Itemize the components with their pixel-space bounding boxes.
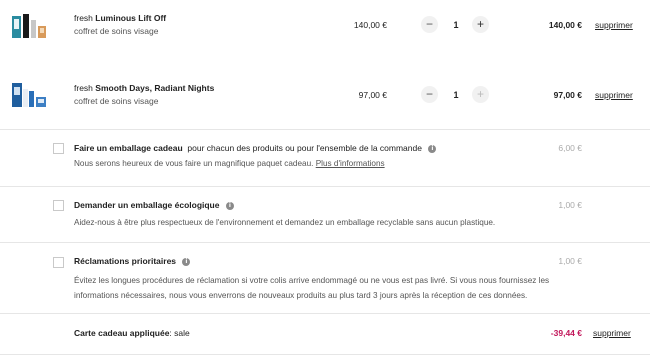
option-price: 1,00 € <box>558 200 582 210</box>
quantity-value: 1 <box>453 90 459 100</box>
product-title[interactable]: fresh Luminous Lift Off <box>74 13 166 23</box>
product-name: Luminous Lift Off <box>95 13 167 23</box>
option-priority-claims: Réclamations prioritaires i Évitez les l… <box>0 243 650 313</box>
option-title: Demander un emballage écologique i <box>74 200 234 210</box>
increase-quantity-button[interactable]: + <box>472 16 489 33</box>
option-title: Faire un emballage cadeau pour chacun de… <box>74 143 437 153</box>
gift-card-row: Carte cadeau appliquée: sale -39,44 € su… <box>0 314 650 354</box>
cart-item: fresh Smooth Days, Radiant Nights coffre… <box>0 68 650 130</box>
info-icon[interactable]: i <box>428 144 437 153</box>
decrease-quantity-button[interactable]: − <box>421 16 438 33</box>
gift-card-code: : sale <box>169 328 190 338</box>
option-gift-wrap: Faire un emballage cadeau pour chacun de… <box>0 130 650 186</box>
product-image[interactable] <box>10 79 50 109</box>
option-eco-packaging: Demander un emballage écologique i Aidez… <box>0 187 650 242</box>
product-subtitle: coffret de soins visage <box>74 96 159 106</box>
remove-item-link[interactable]: supprimer <box>595 20 633 30</box>
remove-item-link[interactable]: supprimer <box>595 90 633 100</box>
gift-card-amount: -39,44 € <box>550 328 582 338</box>
gift-card-label: Carte cadeau appliquée: sale <box>74 328 190 338</box>
line-total: 140,00 € <box>548 20 582 30</box>
info-icon[interactable]: i <box>225 201 234 210</box>
option-description: Évitez les longues procédures de réclama… <box>74 276 550 300</box>
cart-item: fresh Luminous Lift Off coffret de soins… <box>0 0 650 56</box>
priority-claims-checkbox[interactable] <box>53 257 64 268</box>
option-price: 1,00 € <box>558 256 582 266</box>
unit-price: 140,00 € <box>353 20 387 30</box>
gift-wrap-checkbox[interactable] <box>53 143 64 154</box>
product-title[interactable]: fresh Smooth Days, Radiant Nights <box>74 83 214 93</box>
option-description: Nous serons heureux de vous faire un mag… <box>74 159 385 168</box>
option-price: 6,00 € <box>558 143 582 153</box>
remove-gift-card-link[interactable]: supprimer <box>593 328 631 338</box>
info-icon[interactable]: i <box>182 257 191 266</box>
eco-packaging-checkbox[interactable] <box>53 200 64 211</box>
decrease-quantity-button[interactable]: − <box>421 86 438 103</box>
unit-price: 97,00 € <box>358 90 387 100</box>
divider <box>0 354 650 355</box>
quantity-value: 1 <box>453 20 459 30</box>
option-description: Aidez-nous à être plus respectueux de l'… <box>74 218 496 227</box>
option-title: Réclamations prioritaires i <box>74 256 191 266</box>
increase-quantity-button[interactable]: + <box>472 86 489 103</box>
product-image[interactable] <box>10 10 50 40</box>
product-name: Smooth Days, Radiant Nights <box>95 83 215 93</box>
more-info-link[interactable]: Plus d'informations <box>316 159 385 168</box>
line-total: 97,00 € <box>553 90 582 100</box>
product-subtitle: coffret de soins visage <box>74 26 159 36</box>
